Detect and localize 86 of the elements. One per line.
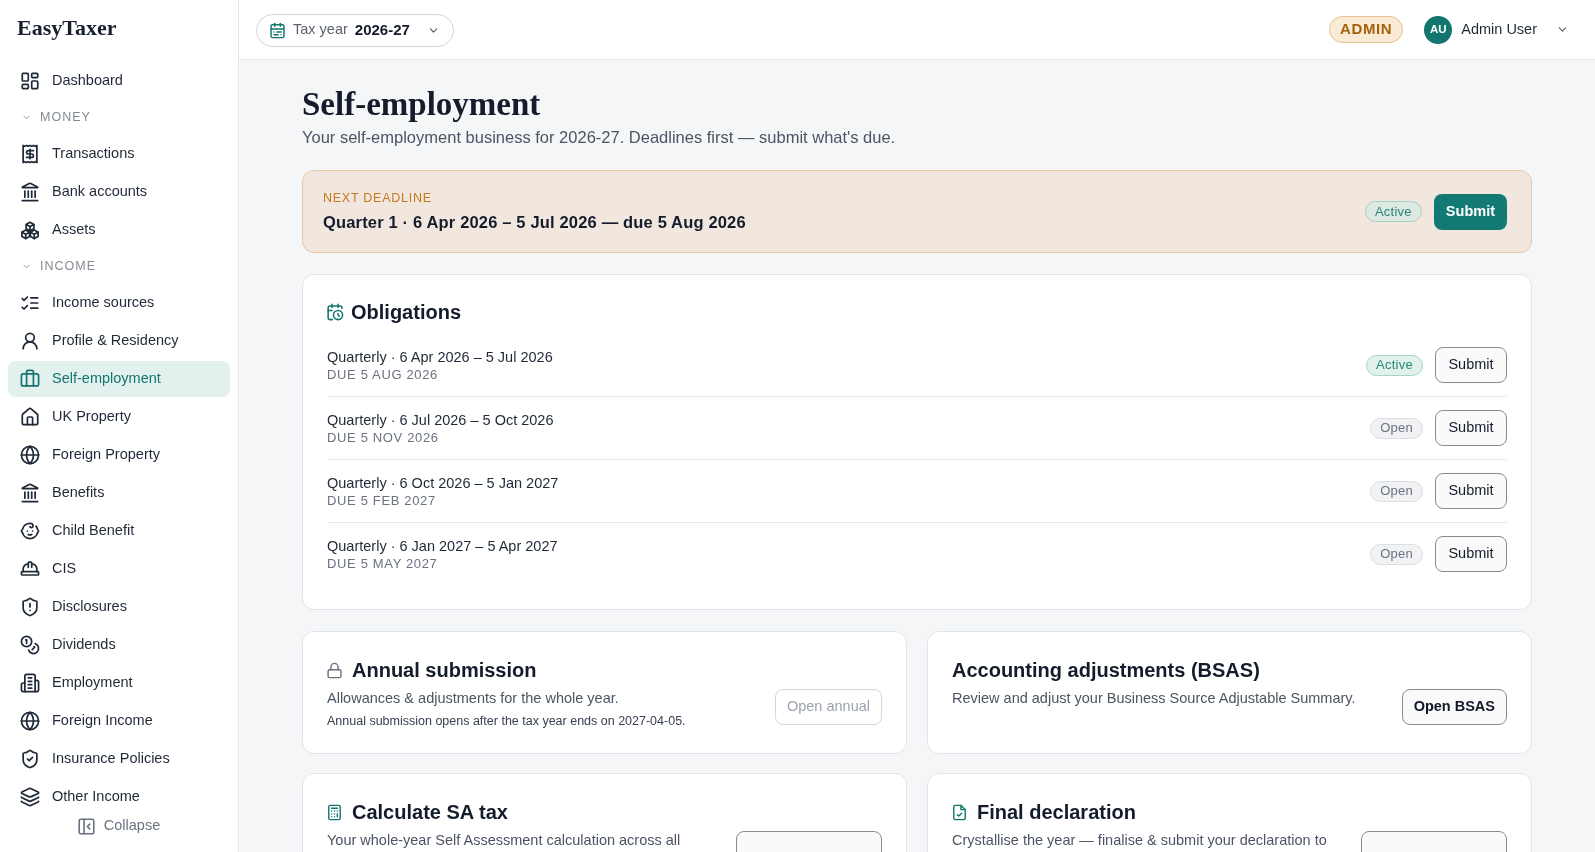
chevron-down-icon [22, 113, 31, 122]
due-date: DUE 5 MAY 2027 [327, 555, 439, 572]
tax-year-selector[interactable]: Tax year 2026-27 [256, 13, 454, 47]
section-header[interactable]: MONEY [8, 101, 230, 134]
nav-item[interactable]: Income sources [8, 285, 230, 321]
hard-hat-icon [21, 560, 39, 578]
nav-item[interactable]: Assets [8, 212, 230, 248]
bank-icon [21, 183, 39, 201]
dollar-receipt-icon [21, 145, 39, 163]
grid-icon [21, 72, 39, 90]
app-logo: EasyTaxer [17, 14, 117, 42]
globe-icon [21, 712, 39, 730]
nav-item[interactable]: Dashboard [8, 63, 230, 99]
card-title: Annual submission [352, 658, 537, 683]
obligation-period: Quarterly · 6 Jul 2026 – 5 Oct 2026 [327, 410, 554, 429]
baby-face-icon [21, 522, 39, 540]
status-badge: Open [1370, 480, 1423, 502]
nav-item[interactable]: Bank accounts [8, 174, 230, 210]
nav-item[interactable]: CIS [8, 551, 230, 587]
bank-icon [21, 484, 39, 502]
status-badge: Active [1366, 354, 1423, 376]
file-check-icon [952, 804, 967, 820]
calendar-clock-icon [327, 304, 343, 320]
chevron-down-icon [22, 262, 31, 271]
user-menu[interactable]: AU Admin User [1424, 15, 1568, 44]
role-badge: ADMIN [1329, 16, 1404, 43]
user-avatar: AU [1424, 15, 1453, 44]
calendar-icon [270, 22, 285, 38]
submit-button[interactable]: Submit [1435, 347, 1507, 383]
nav-item[interactable]: Benefits [8, 475, 230, 511]
card-description: Your whole-year Self Assessment calculation across all [327, 831, 682, 849]
card-title: Calculate SA tax [352, 800, 508, 825]
due-date: DUE 5 AUG 2026 [327, 366, 439, 383]
house-icon [21, 408, 39, 426]
nav-item[interactable]: Dividends [8, 627, 230, 663]
card-title: Final declaration [977, 800, 1136, 825]
nav-item[interactable]: Transactions [8, 136, 230, 172]
nav-item[interactable]: Self-employment [8, 361, 230, 397]
nav-item[interactable]: Profile & Residency [8, 323, 230, 359]
building-icon [21, 674, 39, 692]
boxes-icon [21, 221, 39, 239]
card-description: Allowances & adjustments for the whole year. [327, 689, 620, 707]
section-header[interactable]: INCOME [8, 250, 230, 283]
lock-icon [327, 662, 342, 678]
open-button[interactable]: Open BSAS [1401, 689, 1507, 725]
card-note: Annual submission opens after the tax year ends on 2027-04-05. [327, 713, 687, 729]
nav-item[interactable]: Employment [8, 665, 230, 701]
submit-button[interactable]: Submit [1433, 193, 1507, 230]
page-subtitle: Your self-employment business for 2026-27. Deadlines first — submit what's due. [302, 127, 897, 148]
user-icon [21, 332, 39, 350]
submit-button[interactable]: Submit [1435, 473, 1507, 509]
briefcase-icon [21, 370, 39, 388]
nav-item[interactable]: Disclosures [8, 589, 230, 625]
nav-item[interactable]: Other Income [8, 779, 230, 808]
status-badge: Active [1364, 201, 1422, 222]
card-description: Review and adjust your Business Source Adjustable Summary. [952, 689, 1357, 707]
obligation-period: Quarterly · 6 Oct 2026 – 5 Jan 2027 [327, 473, 559, 492]
card-title: Accounting adjustments (BSAS) [952, 658, 1260, 683]
panel-left-icon [77, 817, 95, 835]
submit-button[interactable]: Submit [1435, 410, 1507, 446]
nav-item[interactable]: Insurance Policies [8, 741, 230, 777]
shield-alert-icon [21, 598, 39, 616]
deadline-period: Quarter 1 · 6 Apr 2026 – 5 Jul 2026 — due 5 Aug 2026 [323, 211, 746, 233]
deadline-label: NEXT DEADLINE [323, 189, 433, 206]
submit-button[interactable]: Submit [1435, 536, 1507, 572]
calculator-icon [327, 804, 342, 820]
card-description: Crystallise the year — finalise & submit your declaration to [952, 831, 1328, 849]
layers-icon [21, 788, 39, 806]
nav-item[interactable]: UK Property [8, 399, 230, 435]
status-badge: Open [1370, 543, 1423, 565]
checklist-icon [21, 294, 39, 312]
shield-check-icon [21, 750, 39, 768]
nav-item[interactable]: Foreign Income [8, 703, 230, 739]
nav-item[interactable]: Child Benefit [8, 513, 230, 549]
page-title: Self-employment [302, 85, 542, 124]
status-badge: Open [1370, 417, 1423, 439]
obligation-period: Quarterly · 6 Jan 2027 – 5 Apr 2027 [327, 536, 558, 555]
obligation-period: Quarterly · 6 Apr 2026 – 5 Jul 2026 [327, 347, 553, 366]
globe-icon [21, 446, 39, 464]
due-date: DUE 5 NOV 2026 [327, 429, 440, 446]
collapse-button[interactable]: Collapse [77, 808, 161, 844]
nav-item[interactable]: Foreign Property [8, 437, 230, 473]
card-title: Obligations [351, 300, 461, 325]
due-date: DUE 5 FEB 2027 [327, 492, 437, 509]
chevron-down-icon [1557, 24, 1568, 35]
coins-icon [21, 636, 39, 654]
